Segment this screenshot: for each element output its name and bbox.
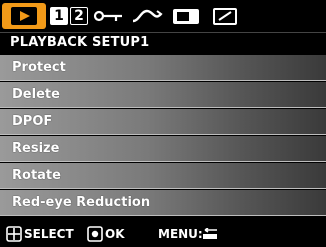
menu-item-label: Rotate — [12, 168, 61, 183]
menu-item-protect[interactable]: Protect — [0, 55, 326, 81]
menu-item-label: Delete — [12, 87, 60, 102]
menu-item-delete[interactable]: Delete — [0, 82, 326, 108]
return-icon — [203, 228, 217, 239]
menu-item-label: Resize — [12, 141, 60, 156]
menu-item-red-eye-reduction[interactable]: Red-eye Reduction — [0, 190, 326, 216]
wave-icon[interactable] — [130, 6, 164, 26]
select-hint: SELECT — [24, 227, 74, 241]
tab-bar: 1 2 — [0, 0, 326, 32]
dpad-icon — [6, 226, 22, 242]
menu-item-label: DPOF — [12, 114, 53, 129]
footer-hints: SELECT OK MENU: — [0, 221, 326, 247]
playback-setup-screen: 1 2 PLAYBACK SETUP1 Protect Delete DPOF … — [0, 0, 326, 247]
menu-item-resize[interactable]: Resize — [0, 136, 326, 162]
menu-item-dpof[interactable]: DPOF — [0, 109, 326, 135]
screen-edit-icon[interactable] — [210, 6, 244, 26]
tab-page-1[interactable]: 1 — [50, 7, 68, 25]
ok-hint: OK — [105, 227, 125, 241]
menu-list: Protect Delete DPOF Resize Rotate Red-ey… — [0, 55, 326, 221]
menu-hint: MENU: — [158, 227, 203, 241]
key-icon[interactable] — [92, 6, 126, 26]
menu-header: PLAYBACK SETUP1 — [0, 32, 326, 54]
menu-item-label: Protect — [12, 60, 66, 75]
tab-playback[interactable] — [2, 3, 46, 29]
page-title: PLAYBACK SETUP1 — [10, 35, 150, 50]
play-icon — [11, 7, 37, 25]
camera-display-icon[interactable] — [170, 6, 204, 26]
menu-item-label: Red-eye Reduction — [12, 195, 151, 210]
menu-item-rotate[interactable]: Rotate — [0, 163, 326, 189]
tab-page-2[interactable]: 2 — [70, 7, 88, 25]
ok-button-icon — [87, 226, 103, 242]
